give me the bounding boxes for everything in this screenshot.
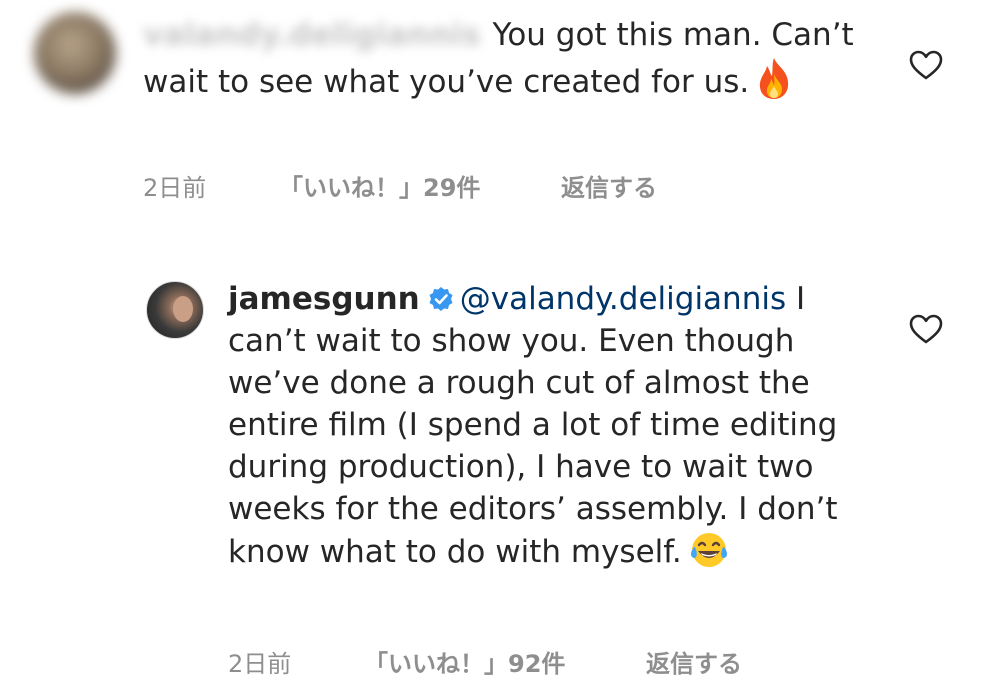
fire-emoji-icon (755, 56, 793, 111)
reply-button[interactable]: 返信する (561, 168, 657, 203)
heart-like-icon[interactable] (909, 50, 943, 80)
comment-username[interactable]: valandy.deligiannis (143, 14, 481, 56)
reply-button[interactable]: 返信する (646, 644, 742, 679)
comment-username[interactable]: jamesgunn (228, 281, 420, 317)
comment-text: I can’t wait to show you. Even though we… (228, 281, 838, 570)
comment-body: valandy.deligiannis You got this man. Can… (143, 14, 883, 111)
tears-of-joy-emoji-icon (688, 530, 730, 581)
mention-link[interactable]: @valandy.deligiannis (460, 281, 786, 317)
comment-timestamp: 2日前 (228, 650, 292, 678)
verified-badge-icon (428, 281, 454, 311)
likes-count-link[interactable]: 「いいね！」29件 (279, 168, 480, 203)
comment-timestamp: 2日前 (143, 174, 207, 202)
likes-count-link[interactable]: 「いいね！」92件 (364, 644, 565, 679)
avatar[interactable] (34, 12, 116, 94)
avatar[interactable] (146, 281, 204, 339)
heart-like-icon[interactable] (909, 314, 943, 344)
comment-body: jamesgunn @valandy.deligiannis I can’t wa… (228, 278, 868, 581)
